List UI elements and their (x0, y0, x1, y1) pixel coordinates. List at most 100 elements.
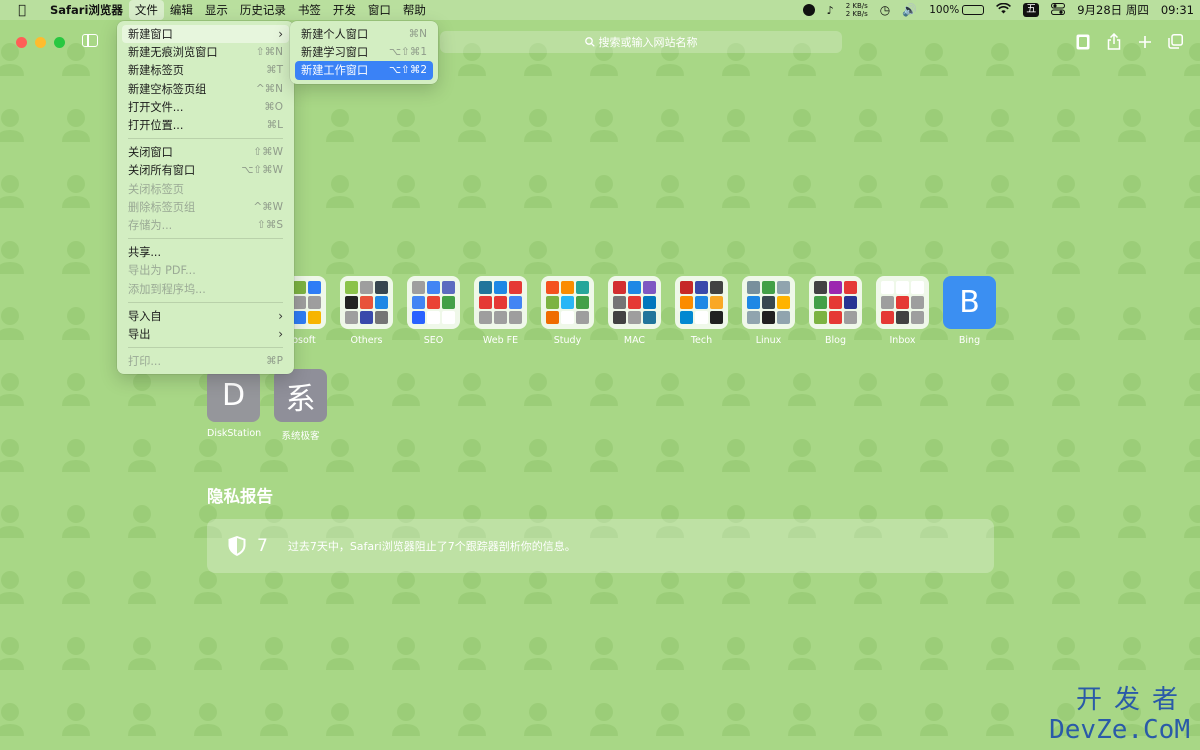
submenu-item-label: 新建学习窗口 (301, 46, 369, 60)
sidebar-toggle-icon[interactable] (82, 34, 98, 47)
chevron-right-icon: › (278, 308, 283, 323)
file-menu-item[interactable]: 共享... (122, 243, 289, 261)
app-menu[interactable]: Safari浏览器 (44, 0, 129, 20)
favorite-8[interactable]: Blog (809, 276, 862, 346)
battery-percent: 100% (929, 4, 960, 16)
menubar-item-6[interactable]: 窗口 (362, 0, 397, 20)
share-icon[interactable] (1105, 33, 1122, 50)
favorite-10[interactable]: B Bing (943, 276, 996, 346)
new-window-submenu: 新建个人窗口 ⌘N 新建学习窗口 ⌥⇧⌘1 新建工作窗口 ⌥⇧⌘2 (290, 21, 438, 84)
new-tab-icon[interactable] (1136, 33, 1153, 50)
file-menu-item[interactable]: 导出 › (122, 325, 289, 343)
menubar-item-0[interactable]: 文件 (128, 0, 164, 20)
favorite-9[interactable]: Inbox (876, 276, 929, 346)
address-bar[interactable]: 搜索或输入网站名称 (440, 31, 842, 53)
zoom-window-button[interactable] (54, 37, 65, 48)
menubar-item-5[interactable]: 开发 (327, 0, 362, 20)
tracker-count: 7 (257, 536, 268, 556)
submenu-item-label: 新建工作窗口 (301, 64, 369, 78)
tab-overview-icon[interactable] (1167, 33, 1184, 50)
input-method-badge[interactable]: 五 (1023, 3, 1040, 17)
extension-icon[interactable] (1074, 33, 1091, 50)
folder-icon (541, 276, 594, 329)
file-menu-item-shortcut: ⇧⌘W (253, 146, 283, 159)
file-menu-item: 存储为... ⇧⌘S (122, 216, 289, 234)
file-menu-item-shortcut: ⌘L (266, 119, 283, 132)
file-menu-item[interactable]: 打开位置... ⌘L (122, 116, 289, 134)
date-label[interactable]: 9月28日 周四 (1077, 2, 1149, 18)
file-menu-item[interactable]: 打开文件... ⌘O (122, 98, 289, 116)
file-menu-item-shortcut: ⌘O (264, 100, 283, 113)
file-menu-item[interactable]: 新建窗口 › (122, 25, 289, 44)
time-machine-icon[interactable]: ◷ (880, 3, 890, 17)
battery-status[interactable]: 100% (929, 4, 985, 16)
file-menu-item-label: 关闭标签页 (128, 182, 184, 196)
submenu-item[interactable]: 新建学习窗口 ⌥⇧⌘1 (295, 43, 433, 61)
folder-icon (407, 276, 460, 329)
file-menu-item[interactable]: 关闭所有窗口 ⌥⇧⌘W (122, 161, 289, 179)
file-menu-item[interactable]: 新建无痕浏览窗口 ⇧⌘N (122, 43, 289, 61)
submenu-item-shortcut: ⌥⇧⌘1 (388, 46, 427, 59)
control-center-icon[interactable] (1051, 2, 1066, 18)
favorite-label: Others (350, 335, 383, 346)
menu-separator (128, 347, 283, 348)
file-menu-item[interactable]: 新建空标签页组 ^⌘N (122, 80, 289, 98)
privacy-text: 过去7天中，Safari浏览器阻止了7个跟踪器剖析你的信息。 (287, 540, 576, 553)
file-menu-item: 删除标签页组 ^⌘W (122, 198, 289, 216)
favorite-1[interactable]: 系系统极客 (274, 369, 327, 442)
favorites-grid-row2: D DiskStation 系系统极客 (207, 369, 327, 442)
file-menu-item-label: 导出为 PDF... (128, 264, 196, 278)
file-menu: 新建窗口 › 新建无痕浏览窗口 ⇧⌘N 新建标签页 ⌘T 新建空标签页组 ^⌘N 打开文件...… (117, 21, 294, 375)
submenu-item[interactable]: 新建个人窗口 ⌘N (295, 25, 433, 43)
menubar-item-7[interactable]: 帮助 (397, 0, 432, 20)
favorite-6[interactable]: Tech (675, 276, 728, 346)
submenu-item[interactable]: 新建工作窗口 ⌥⇧⌘2 (295, 61, 433, 80)
file-menu-item[interactable]: 关闭窗口 ⇧⌘W (122, 143, 289, 161)
privacy-report-card[interactable]: 7 过去7天中，Safari浏览器阻止了7个跟踪器剖析你的信息。 (207, 519, 994, 573)
favorite-1[interactable]: Others (340, 276, 393, 346)
music-icon[interactable]: ♪ (827, 4, 834, 17)
file-menu-item[interactable]: 新建标签页 ⌘T (122, 61, 289, 79)
battery-icon (962, 5, 985, 15)
letter-tile-icon: D (207, 369, 260, 422)
favorite-label: Inbox (889, 335, 916, 346)
search-icon (584, 37, 595, 47)
chevron-right-icon: › (278, 326, 283, 341)
file-menu-item-label: 新建窗口 (128, 28, 173, 42)
favorite-label: Study (553, 335, 582, 346)
favorite-2[interactable]: SEO (407, 276, 460, 346)
privacy-report-title: 隐私报告 (207, 487, 273, 506)
file-menu-item[interactable]: 导入自 › (122, 307, 289, 325)
favorite-3[interactable]: Web FE (474, 276, 527, 346)
favorite-label: Linux (755, 335, 782, 346)
menubar-item-4[interactable]: 书签 (292, 0, 327, 20)
favorite-5[interactable]: MAC (608, 276, 661, 346)
minimize-window-button[interactable] (35, 37, 46, 48)
favorite-label: SEO (423, 335, 444, 346)
favorite-4[interactable]: Study (541, 276, 594, 346)
close-window-button[interactable] (16, 37, 27, 48)
file-menu-item-shortcut: ⇧⌘N (255, 46, 283, 59)
file-menu-item-label: 新建无痕浏览窗口 (128, 46, 218, 60)
menubar-item-1[interactable]: 编辑 (164, 0, 199, 20)
favorite-label: Tech (690, 335, 713, 346)
favorite-0[interactable]: D DiskStation (207, 369, 262, 442)
menubar-item-2[interactable]: 显示 (199, 0, 234, 20)
folder-icon (675, 276, 728, 329)
apple-menu-icon[interactable]:  (0, 3, 44, 18)
time-label[interactable]: 09:31 (1161, 3, 1194, 17)
favorites-grid: crosoft Others SEO Web FE Study MAC Tech Linux B… (273, 276, 996, 346)
file-menu-item-shortcut: ⇧⌘S (257, 218, 283, 231)
vpn-icon[interactable] (802, 4, 815, 16)
submenu-item-label: 新建个人窗口 (301, 28, 369, 42)
file-menu-item: 关闭标签页 (122, 180, 289, 198)
file-menu-item-label: 共享... (128, 246, 162, 260)
file-menu-item-label: 关闭窗口 (128, 146, 173, 160)
menubar-item-3[interactable]: 历史记录 (234, 0, 292, 20)
favorite-label: DiskStation (207, 428, 262, 439)
wifi-icon[interactable] (996, 2, 1012, 17)
menu-separator (128, 301, 283, 303)
favorite-7[interactable]: Linux (742, 276, 795, 346)
file-menu-item-label: 打开位置... (128, 119, 184, 133)
volume-icon[interactable]: 🔊 (902, 3, 917, 17)
